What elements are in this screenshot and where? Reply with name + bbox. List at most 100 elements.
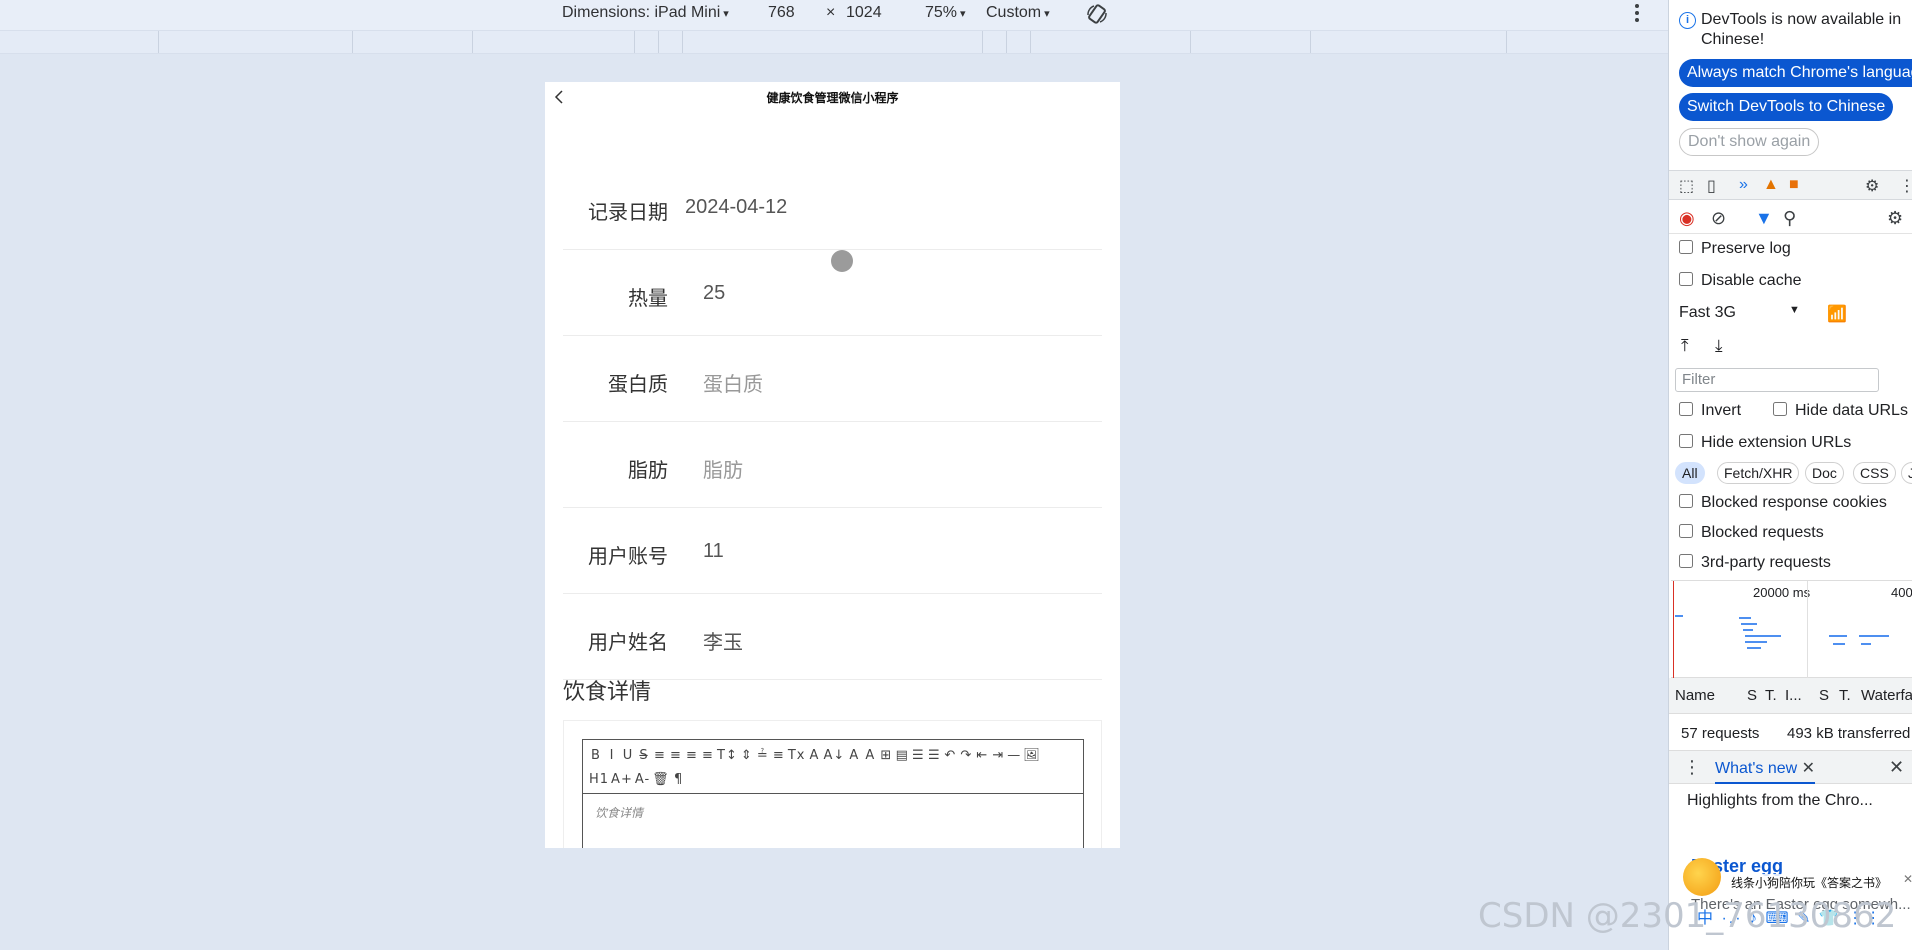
device-toggle-icon[interactable]: ▯ — [1707, 176, 1716, 196]
editor-tool-icon[interactable]: A — [847, 744, 861, 768]
network-overview[interactable]: 20000 ms 4000 — [1671, 580, 1912, 679]
close-tab-icon[interactable]: ✕ — [1802, 760, 1815, 777]
column-header[interactable]: S — [1819, 687, 1829, 704]
import-har-icon[interactable]: ⤒ — [1681, 336, 1689, 356]
editor-tool-icon[interactable]: A — [863, 744, 877, 768]
record-icon[interactable]: ◉ — [1679, 208, 1695, 229]
type-filter-doc[interactable]: Doc — [1805, 462, 1844, 484]
column-header[interactable]: T. — [1839, 687, 1851, 704]
invert-checkbox[interactable]: Invert — [1679, 402, 1741, 420]
rotate-icon[interactable] — [1086, 3, 1108, 25]
editor-tool-icon[interactable]: A- — [635, 768, 650, 792]
editor-tool-icon[interactable]: ≡ — [772, 744, 786, 768]
search-icon[interactable]: ⚲ — [1783, 208, 1796, 229]
editor-tool-icon[interactable]: U — [621, 744, 635, 768]
editor-tool-icon[interactable]: ≟ — [756, 744, 770, 768]
field-user-name[interactable]: 用户姓名 李玉 — [563, 594, 1102, 680]
whats-new-tab[interactable]: What's new ✕ — [1715, 758, 1816, 784]
user-name-input[interactable]: 李玉 — [703, 626, 743, 655]
hide-data-urls-checkbox[interactable]: Hide data URLs — [1773, 402, 1908, 420]
height-input[interactable]: 1024 — [846, 4, 882, 22]
network-conditions-icon[interactable]: 📶 — [1827, 304, 1847, 324]
switch-to-chinese-button[interactable]: Switch DevTools to Chinese — [1679, 93, 1894, 121]
throttle-select[interactable]: Custom ▾ — [986, 4, 1050, 22]
editor-tool-icon[interactable]: ☰ — [911, 744, 925, 768]
editor-tool-icon[interactable]: ≡ — [685, 744, 699, 768]
column-header[interactable]: Name — [1675, 687, 1715, 704]
editor-tool-icon[interactable]: ☰ — [927, 744, 941, 768]
field-fat[interactable]: 脂肪 脂肪 — [563, 422, 1102, 508]
field-user-account[interactable]: 用户账号 11 — [563, 508, 1102, 594]
editor-tool-icon[interactable]: ▤ — [895, 744, 909, 768]
dont-show-again-button[interactable]: Don't show again — [1679, 128, 1820, 156]
warning-icon[interactable]: ▲ — [1763, 176, 1779, 194]
issues-icon[interactable]: ■ — [1789, 176, 1799, 194]
column-header[interactable]: Waterfall — [1861, 687, 1912, 704]
ime-notification[interactable]: 线条小狗陪你玩《答案之书》 ✕ — [1683, 858, 1912, 898]
disable-cache-checkbox[interactable]: Disable cache — [1679, 272, 1802, 290]
drawer-menu-icon[interactable]: ⋮ — [1683, 757, 1701, 778]
filter-input[interactable]: Filter — [1675, 368, 1879, 392]
user-account-input[interactable]: 11 — [703, 540, 724, 563]
editor-tool-icon[interactable]: A — [807, 744, 821, 768]
blocked-requests-checkbox[interactable]: Blocked requests — [1679, 524, 1824, 542]
editor-tool-icon[interactable]: B — [589, 744, 603, 768]
width-input[interactable]: 768 — [768, 4, 795, 22]
editor-tool-icon[interactable]: ≡ — [701, 744, 715, 768]
editor-tool-icon[interactable]: ≡ — [653, 744, 667, 768]
editor-tool-icon[interactable]: ⇥ — [991, 744, 1005, 768]
editor-tool-icon[interactable]: ↷ — [959, 744, 973, 768]
editor-tool-icon[interactable]: ⊞ — [879, 744, 893, 768]
column-header[interactable]: T. — [1765, 687, 1777, 704]
editor-tool-icon[interactable]: 🖼 — [1023, 744, 1041, 768]
zoom-select[interactable]: 75% ▾ — [925, 4, 966, 22]
editor-tool-icon[interactable]: T↕ — [717, 744, 738, 768]
column-header[interactable]: I... — [1785, 687, 1802, 704]
editor-tool-icon[interactable]: A↓ — [823, 744, 845, 768]
editor-tool-icon[interactable]: — — [1007, 744, 1021, 768]
hide-extension-urls-checkbox[interactable]: Hide extension URLs — [1679, 434, 1851, 452]
field-protein[interactable]: 蛋白质 蛋白质 — [563, 336, 1102, 422]
preserve-log-checkbox[interactable]: Preserve log — [1679, 240, 1791, 258]
rich-text-editor[interactable]: B I U S̶ ≡ ≡ ≡ ≡ T↕ ⇕ ≟ ≡ Tx A A↓ A A ⊞ ▤ ☰ ☰ ↶ ↷ ⇤ ⇥ — 🖼 H1 A+ A- 🗑 ¶… — [582, 739, 1084, 848]
dimensions-select[interactable]: Dimensions: iPad Mini ▾ — [562, 4, 729, 22]
close-drawer-icon[interactable]: ✕ — [1889, 757, 1904, 778]
always-match-language-button[interactable]: Always match Chrome's language — [1679, 59, 1912, 87]
field-record-date[interactable]: 记录日期 2024-04-12 — [563, 164, 1102, 250]
editor-tool-icon[interactable]: ¶ — [672, 768, 686, 792]
editor-body[interactable]: 饮食详情 — [583, 794, 1083, 831]
third-party-checkbox[interactable]: 3rd-party requests — [1679, 554, 1831, 572]
network-settings-icon[interactable]: ⚙ — [1887, 208, 1903, 229]
type-filter-js[interactable]: JS — [1901, 462, 1912, 484]
fat-input[interactable]: 脂肪 — [703, 454, 743, 483]
devtools-menu-icon[interactable]: ⋮ — [1899, 176, 1912, 196]
throttling-select[interactable]: Fast 3G ▼ — [1679, 304, 1800, 322]
editor-tool-icon[interactable]: 🗑 — [652, 768, 670, 792]
export-har-icon[interactable]: ⤓ — [1715, 336, 1723, 356]
type-filter-all[interactable]: All — [1675, 462, 1705, 484]
editor-tool-icon[interactable]: ↶ — [943, 744, 957, 768]
more-options-icon[interactable] — [1634, 4, 1640, 24]
editor-tool-icon[interactable]: ⇕ — [740, 744, 754, 768]
type-filter-fetch[interactable]: Fetch/XHR — [1717, 462, 1800, 484]
media-query-ruler[interactable] — [0, 30, 1668, 54]
settings-gear-icon[interactable]: ⚙ — [1865, 176, 1879, 196]
editor-tool-icon[interactable]: ⇤ — [975, 744, 989, 768]
column-header[interactable]: S — [1747, 687, 1757, 704]
date-picker-value[interactable]: 2024-04-12 — [685, 196, 787, 219]
type-filter-css[interactable]: CSS — [1853, 462, 1896, 484]
calories-input[interactable]: 25 — [703, 282, 725, 305]
editor-tool-icon[interactable]: I — [605, 744, 619, 768]
editor-tool-icon[interactable]: H1 — [589, 768, 609, 792]
editor-tool-icon[interactable]: A+ — [611, 768, 633, 792]
protein-input[interactable]: 蛋白质 — [703, 368, 763, 397]
editor-tool-icon[interactable]: S̶ — [637, 744, 651, 768]
inspect-element-icon[interactable]: ⬚ — [1679, 176, 1694, 196]
editor-tool-icon[interactable]: Tx — [788, 744, 806, 768]
blocked-cookies-checkbox[interactable]: Blocked response cookies — [1679, 494, 1887, 512]
filter-icon[interactable]: ▼ — [1755, 208, 1773, 229]
editor-tool-icon[interactable]: ≡ — [669, 744, 683, 768]
notification-close-icon[interactable]: ✕ — [1903, 872, 1912, 886]
clear-icon[interactable]: ⊘ — [1711, 208, 1726, 229]
more-tabs-icon[interactable]: » — [1739, 176, 1748, 194]
